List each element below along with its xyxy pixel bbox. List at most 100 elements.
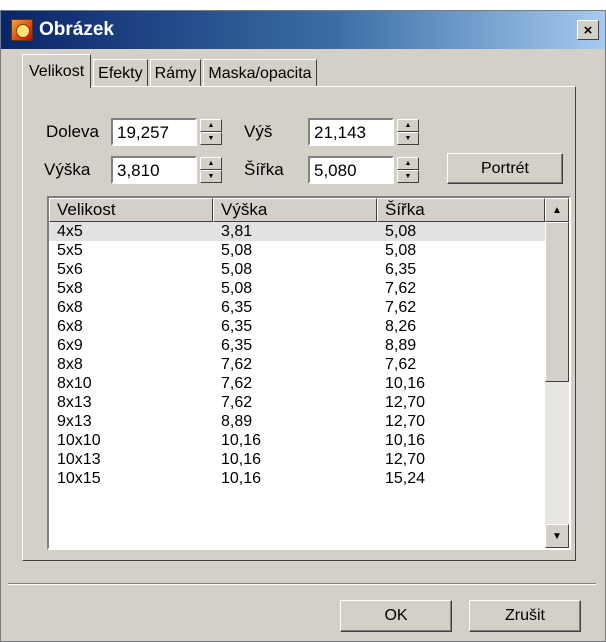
tab-ramy[interactable]: Rámy xyxy=(149,59,202,87)
table-row[interactable]: 5x6 5,08 6,35 xyxy=(49,260,545,279)
cell-size: 8x8 xyxy=(57,356,83,373)
spin-down-icon[interactable]: ▼ xyxy=(397,132,419,145)
cell-width: 8,26 xyxy=(385,318,417,335)
cell-size: 5x5 xyxy=(57,242,83,259)
cell-height: 10,16 xyxy=(221,432,262,449)
width-input[interactable]: 5,080 xyxy=(308,156,394,184)
cell-width: 7,62 xyxy=(385,299,417,316)
cell-width: 12,70 xyxy=(385,451,426,468)
cell-size: 9x13 xyxy=(57,413,92,430)
cell-width: 7,62 xyxy=(385,356,417,373)
close-icon: × xyxy=(583,21,593,39)
spin-up-icon[interactable]: ▲ xyxy=(397,157,419,170)
table-row[interactable]: 8x10 7,62 10,16 xyxy=(49,374,545,393)
cell-height: 5,08 xyxy=(221,280,253,297)
spin-up-icon[interactable]: ▲ xyxy=(397,119,419,132)
table-row[interactable]: 10x13 10,16 12,70 xyxy=(49,450,545,469)
left-spinner[interactable]: ▲ ▼ xyxy=(200,119,222,145)
cell-size: 4x5 xyxy=(57,223,83,240)
spin-up-icon[interactable]: ▲ xyxy=(200,119,222,132)
height-input[interactable]: 3,810 xyxy=(111,156,197,184)
cell-width: 10,16 xyxy=(385,375,426,392)
cancel-button[interactable]: Zrušit xyxy=(469,600,581,632)
cell-height: 6,35 xyxy=(221,299,253,316)
tab-velikost[interactable]: Velikost xyxy=(22,54,92,88)
cell-height: 6,35 xyxy=(221,318,253,335)
tab-efekty[interactable]: Efekty xyxy=(93,59,148,87)
top-position-input[interactable]: 21,143 xyxy=(308,118,394,146)
top-position-label: Výš xyxy=(244,122,273,141)
background-strip xyxy=(0,0,606,10)
cell-height: 7,62 xyxy=(221,356,253,373)
table-row[interactable]: 6x9 6,35 8,89 xyxy=(49,336,545,355)
list-header: Velikost Výška Šířka xyxy=(49,198,545,222)
cell-width: 6,35 xyxy=(385,261,417,278)
table-row[interactable]: 6x8 6,35 7,62 xyxy=(49,298,545,317)
height-label: Výška xyxy=(44,160,91,179)
cell-size: 5x8 xyxy=(57,280,83,297)
left-input[interactable]: 19,257 xyxy=(111,118,197,146)
size-list[interactable]: Velikost Výška Šířka 4x5 3,81 5,08 5x5 5,08 5… xyxy=(47,196,571,550)
cell-size: 8x10 xyxy=(57,375,92,392)
table-row[interactable]: 10x15 10,16 15,24 xyxy=(49,469,545,488)
cell-width: 10,16 xyxy=(385,432,426,449)
table-row[interactable]: 4x5 3,81 5,08 xyxy=(49,222,545,241)
table-row[interactable]: 6x8 6,35 8,26 xyxy=(49,317,545,336)
cell-width: 15,24 xyxy=(385,470,426,487)
cell-width: 7,62 xyxy=(385,280,417,297)
cell-height: 6,35 xyxy=(221,337,253,354)
divider xyxy=(8,583,596,585)
height-spinner[interactable]: ▲ ▼ xyxy=(200,157,222,183)
scroll-thumb[interactable] xyxy=(545,222,569,382)
close-button[interactable]: × xyxy=(577,20,599,40)
column-header-height[interactable]: Výška xyxy=(213,198,377,222)
cell-height: 3,81 xyxy=(221,223,253,240)
cell-size: 10x10 xyxy=(57,432,101,449)
spin-down-icon[interactable]: ▼ xyxy=(200,132,222,145)
top-position-spinner[interactable]: ▲ ▼ xyxy=(397,119,419,145)
column-header-size[interactable]: Velikost xyxy=(49,198,213,222)
table-row[interactable]: 5x5 5,08 5,08 xyxy=(49,241,545,260)
cell-width: 5,08 xyxy=(385,223,417,240)
spin-down-icon[interactable]: ▼ xyxy=(397,170,419,183)
cell-size: 8x13 xyxy=(57,394,92,411)
table-row[interactable]: 8x13 7,62 12,70 xyxy=(49,393,545,412)
cell-size: 6x8 xyxy=(57,318,83,335)
width-label: Šířka xyxy=(244,160,284,179)
table-row[interactable]: 8x8 7,62 7,62 xyxy=(49,355,545,374)
picture-icon xyxy=(11,19,33,41)
spin-up-icon[interactable]: ▲ xyxy=(200,157,222,170)
table-row[interactable]: 5x8 5,08 7,62 xyxy=(49,279,545,298)
left-label: Doleva xyxy=(46,122,99,141)
scroll-down-icon[interactable]: ▼ xyxy=(545,524,569,548)
cell-height: 10,16 xyxy=(221,451,262,468)
cell-width: 12,70 xyxy=(385,394,426,411)
tab-maska-opacita[interactable]: Maska/opacita xyxy=(203,59,317,87)
column-header-width[interactable]: Šířka xyxy=(377,198,545,222)
cell-size: 10x13 xyxy=(57,451,101,468)
cell-size: 5x6 xyxy=(57,261,83,278)
tab-strip: Velikost Efekty Rámy Maska/opacita xyxy=(22,53,319,88)
cell-height: 8,89 xyxy=(221,413,253,430)
cell-size: 6x9 xyxy=(57,337,83,354)
title-bar[interactable]: Obrázek × xyxy=(1,11,605,49)
vertical-scrollbar[interactable]: ▲ ▼ xyxy=(545,198,569,548)
cell-width: 8,89 xyxy=(385,337,417,354)
cell-height: 7,62 xyxy=(221,394,253,411)
window-title: Obrázek xyxy=(39,19,114,40)
list-rows: 4x5 3,81 5,08 5x5 5,08 5,08 5x6 5,08 6,35 5x8 5,08… xyxy=(49,222,545,488)
cell-height: 5,08 xyxy=(221,242,253,259)
cell-width: 12,70 xyxy=(385,413,426,430)
width-spinner[interactable]: ▲ ▼ xyxy=(397,157,419,183)
cell-size: 6x8 xyxy=(57,299,83,316)
cell-height: 7,62 xyxy=(221,375,253,392)
ok-button[interactable]: OK xyxy=(340,600,452,632)
table-row[interactable]: 9x13 8,89 12,70 xyxy=(49,412,545,431)
cell-height: 10,16 xyxy=(221,470,262,487)
portrait-button[interactable]: Portrét xyxy=(447,153,563,184)
table-row[interactable]: 10x10 10,16 10,16 xyxy=(49,431,545,450)
scroll-up-icon[interactable]: ▲ xyxy=(545,198,569,222)
cell-height: 5,08 xyxy=(221,261,253,278)
spin-down-icon[interactable]: ▼ xyxy=(200,170,222,183)
cell-width: 5,08 xyxy=(385,242,417,259)
